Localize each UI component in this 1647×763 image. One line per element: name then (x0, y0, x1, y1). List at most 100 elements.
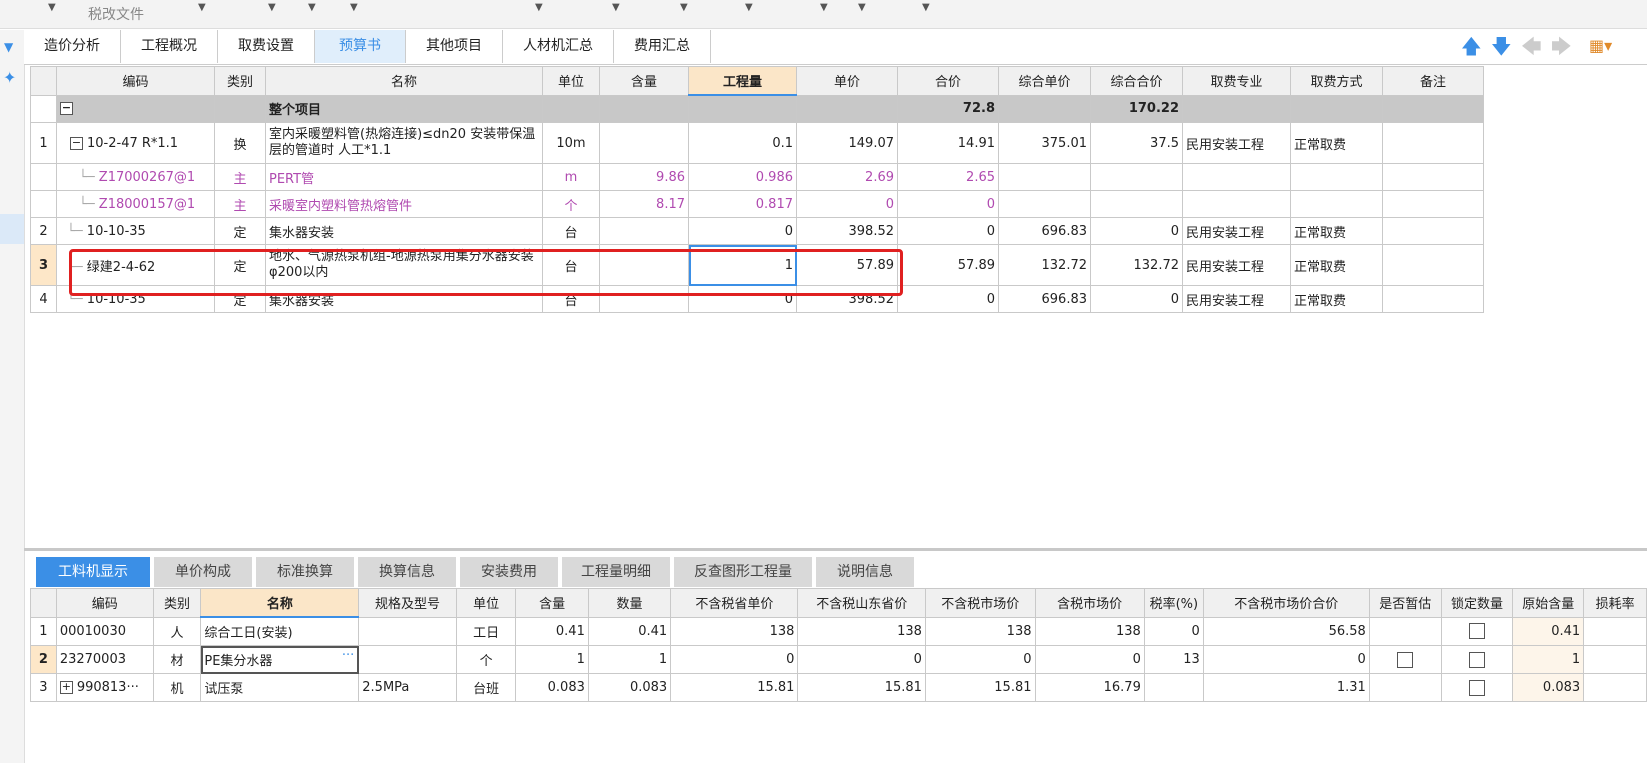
lock-cell[interactable] (1440, 645, 1514, 674)
type-cell[interactable]: 定 (214, 217, 266, 245)
code-cell[interactable]: └─ 绿建2-4-62 (56, 244, 215, 286)
code-cell[interactable]: −10-2-47 R*1.1 (56, 122, 215, 164)
fangshi-cell[interactable]: 正常取费 (1290, 244, 1383, 286)
hanliang-cell[interactable]: 0.083 (515, 673, 589, 702)
left-panel-selected-item[interactable] (0, 214, 24, 244)
price-cell[interactable]: 138 (797, 616, 926, 646)
zprice-cell[interactable]: 696.83 (998, 285, 1091, 313)
price-cell[interactable]: 57.89 (796, 244, 898, 286)
ztotal-cell[interactable]: 0 (1090, 285, 1183, 313)
unit-cell[interactable]: 个 (542, 190, 600, 218)
tax-file-label[interactable]: 税改文件 (88, 4, 144, 24)
total-row[interactable]: − 整个项目 72.8 170.22 (30, 94, 1484, 123)
type-cell[interactable]: 定 (214, 244, 266, 286)
column-header[interactable]: 类别 (214, 66, 266, 96)
total-cell[interactable]: 0 (897, 285, 999, 313)
qty-cell[interactable]: 0.986 (688, 163, 797, 191)
collapse-arrow-icon[interactable]: ▼ (4, 40, 13, 54)
tab-other-items[interactable]: 其他项目 (406, 30, 503, 63)
column-header[interactable]: 编码 (55, 588, 154, 618)
table-row[interactable]: 4 └─ 10-10-35 定 集水器安装 台 0 398.52 0 696.8… (30, 285, 1484, 313)
chevron-down-icon[interactable]: ▼ (612, 2, 620, 13)
qty-cell-active[interactable]: 1 (688, 244, 797, 286)
qty-cell[interactable]: 0.083 (587, 673, 672, 702)
lock-checkbox[interactable] (1468, 623, 1485, 640)
unit-cell[interactable]: 10m (542, 122, 600, 164)
column-header[interactable]: 编码 (56, 66, 215, 96)
column-header[interactable]: 名称 (265, 66, 543, 96)
chevron-down-icon[interactable]: ▼ (745, 2, 753, 13)
tax-cell[interactable] (1143, 673, 1204, 702)
zprice-cell[interactable]: 375.01 (998, 122, 1091, 164)
sum-cell[interactable]: 56.58 (1202, 616, 1370, 646)
price-cell[interactable]: 0 (796, 190, 898, 218)
unit-cell[interactable]: 台 (542, 217, 600, 245)
table-row[interactable]: 1 −10-2-47 R*1.1 换 室内采暖塑料管(热熔连接)≤dn20 安装… (30, 122, 1484, 164)
price-cell[interactable]: 16.79 (1034, 673, 1145, 702)
column-header[interactable]: 含量 (515, 588, 589, 618)
zprice-cell[interactable]: 696.83 (998, 217, 1091, 245)
hanliang-cell[interactable]: 1 (515, 645, 589, 674)
chevron-down-icon[interactable]: ▼ (680, 2, 688, 13)
table-cell[interactable] (1290, 94, 1383, 123)
code-cell[interactable]: └─ Z17000267@1 (56, 163, 215, 191)
zhuanye-cell[interactable] (1182, 163, 1291, 191)
note-cell[interactable] (1382, 244, 1484, 286)
table-row[interactable]: 1 00010030 人 综合工日(安装) 工日 0.41 0.41 138 1… (30, 616, 1647, 646)
column-header[interactable]: 不含税省单价 (670, 588, 799, 618)
fangshi-cell[interactable]: 正常取费 (1290, 285, 1383, 313)
tab-quantity-details[interactable]: 工程量明细 (562, 557, 670, 587)
table-cell[interactable]: − (56, 94, 215, 123)
orig-cell[interactable]: 0.41 (1512, 616, 1585, 646)
price-cell[interactable]: 2.69 (796, 163, 898, 191)
tab-fee-settings[interactable]: 取费设置 (218, 30, 315, 63)
tax-cell[interactable]: 0 (1143, 616, 1204, 646)
total-zonghe-hejia[interactable]: 170.22 (1090, 94, 1183, 123)
table-row[interactable]: └─ Z18000157@1 主 采暖室内塑料管热熔管件 个 8.17 0.81… (30, 190, 1484, 218)
type-cell[interactable]: 主 (214, 190, 266, 218)
price-cell[interactable]: 0 (1034, 645, 1145, 674)
chevron-down-icon[interactable]: ▼ (198, 2, 206, 13)
fangshi-cell[interactable] (1290, 163, 1383, 191)
fangshi-cell[interactable]: 正常取费 (1290, 217, 1383, 245)
price-cell[interactable]: 15.81 (797, 673, 926, 702)
code-cell[interactable]: └─ Z18000157@1 (56, 190, 215, 218)
note-cell[interactable] (1382, 285, 1484, 313)
name-cell-editing[interactable]: PE集分水器 ··· (200, 645, 360, 674)
total-cell[interactable]: 14.91 (897, 122, 999, 164)
type-cell[interactable]: 材 (152, 645, 202, 674)
price-cell[interactable]: 0 (797, 645, 926, 674)
chevron-down-icon[interactable]: ▼ (350, 2, 358, 13)
name-cell[interactable]: 综合工日(安装) (200, 616, 360, 646)
code-cell[interactable]: └─ 10-10-35 (56, 285, 215, 313)
hanliang-cell[interactable]: 8.17 (599, 190, 689, 218)
unit-cell[interactable]: 工日 (455, 616, 517, 646)
tab-unit-price-composition[interactable]: 单价构成 (154, 557, 252, 587)
zprice-cell[interactable] (998, 190, 1091, 218)
hanliang-cell[interactable]: 0.41 (515, 616, 589, 646)
loss-cell[interactable] (1583, 616, 1647, 646)
orig-cell[interactable]: 0.083 (1512, 673, 1585, 702)
price-cell[interactable]: 398.52 (796, 217, 898, 245)
column-header[interactable]: 不含税市场价 (924, 588, 1036, 618)
unit-cell[interactable]: 台 (542, 244, 600, 286)
price-cell[interactable]: 149.07 (796, 122, 898, 164)
column-header[interactable]: 是否暂估 (1368, 588, 1442, 618)
type-cell[interactable]: 主 (214, 163, 266, 191)
price-cell[interactable]: 15.81 (924, 673, 1036, 702)
column-header[interactable]: 备注 (1382, 66, 1484, 96)
price-cell[interactable]: 0 (670, 645, 799, 674)
code-cell[interactable]: └─ 10-10-35 (56, 217, 215, 245)
zhuanye-cell[interactable]: 民用安装工程 (1182, 244, 1291, 286)
price-cell[interactable]: 15.81 (670, 673, 799, 702)
column-header[interactable]: 锁定数量 (1440, 588, 1514, 618)
column-header[interactable]: 类别 (152, 588, 202, 618)
tab-labor-material-summary[interactable]: 人材机汇总 (503, 30, 614, 63)
hanliang-cell[interactable] (599, 244, 689, 286)
total-label[interactable]: 整个项目 (265, 94, 543, 123)
column-header[interactable]: 规格及型号 (358, 588, 457, 618)
tab-labor-material-machine[interactable]: 工料机显示 (36, 557, 150, 587)
column-header-active[interactable]: 名称 (200, 588, 360, 618)
estimate-cell[interactable] (1368, 616, 1442, 646)
zhuanye-cell[interactable]: 民用安装工程 (1182, 217, 1291, 245)
